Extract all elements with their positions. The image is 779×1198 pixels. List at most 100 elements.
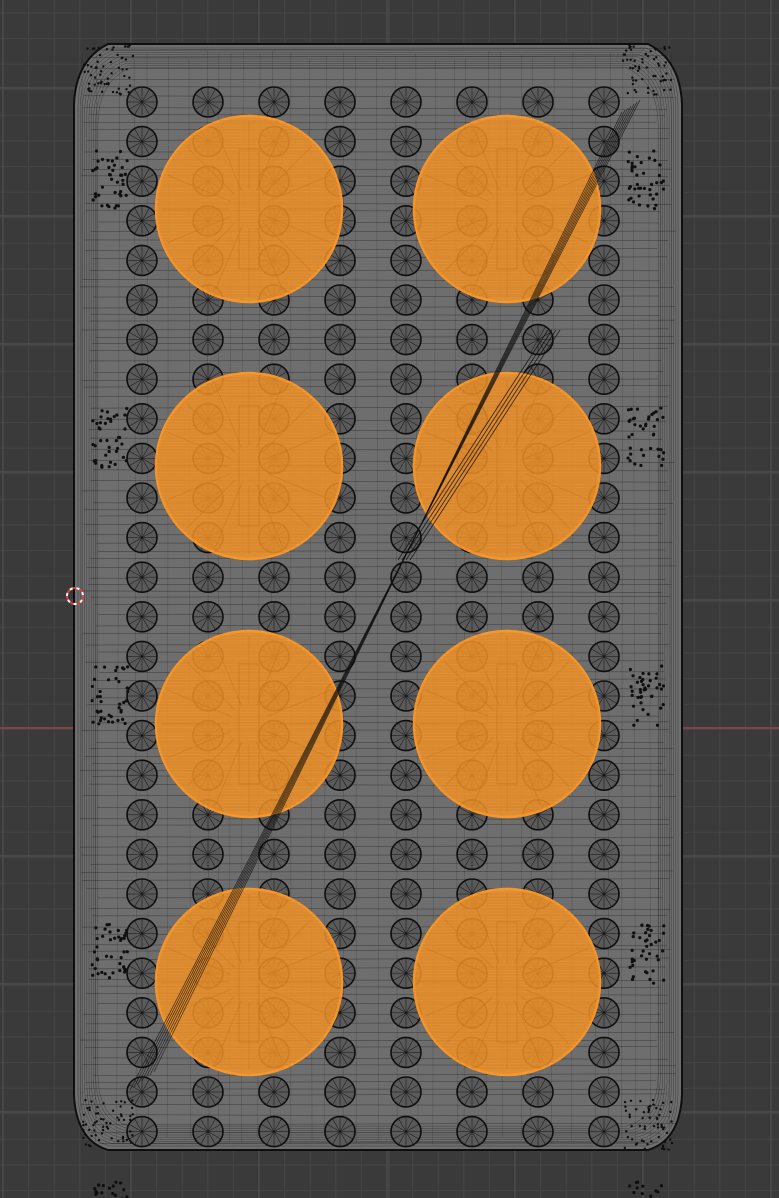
vertex-dot <box>105 410 110 414</box>
vertex-dot <box>119 708 123 712</box>
vertex-dot <box>131 1099 134 1102</box>
selected-disc[interactable] <box>412 371 602 561</box>
vertex-dot <box>125 665 130 669</box>
vertex-dot <box>125 928 129 932</box>
vertex-dot <box>631 963 635 968</box>
vertex-dot <box>125 67 128 71</box>
vertex-dot <box>652 432 656 436</box>
vertex-dot <box>625 58 629 61</box>
vertex-dot <box>636 69 640 72</box>
vertex-dot <box>107 449 111 454</box>
vertex-dot <box>117 706 121 710</box>
vertex-dot <box>651 969 655 973</box>
vertex-dot <box>643 1127 646 1131</box>
selected-disc[interactable] <box>412 114 602 304</box>
vertex-dot <box>630 169 634 173</box>
vertex-dot <box>127 91 130 94</box>
vertex-dot <box>643 1147 647 1151</box>
vertex-dot <box>661 187 666 191</box>
vertex-dot <box>103 717 107 721</box>
vertex-dot <box>105 1121 108 1124</box>
vertex-dot <box>661 1101 665 1105</box>
vertex-dot <box>94 461 98 465</box>
vertex-dot <box>637 194 641 198</box>
vertex-dot <box>118 149 123 154</box>
vertex-dot <box>649 49 652 53</box>
vertex-dot <box>109 417 113 421</box>
vertex-dot <box>110 720 115 724</box>
vertex-dot <box>635 407 640 411</box>
vertex-dot <box>109 60 113 64</box>
vertex-dot <box>90 684 95 689</box>
mesh-object[interactable] <box>73 43 683 1198</box>
vertex-dot <box>118 969 122 973</box>
vertex-dot <box>84 1098 87 1102</box>
vertex-dot <box>96 1183 101 1187</box>
vertex-dot <box>641 949 645 953</box>
vertex-dot <box>93 1186 97 1191</box>
vertex-dot <box>625 1129 628 1133</box>
vertex-dot <box>635 680 640 684</box>
vertex-dot <box>113 936 117 940</box>
vertex-dot <box>125 87 128 91</box>
vertex-dot <box>661 949 665 953</box>
vertex-dot <box>657 173 662 178</box>
vertex-dot <box>87 82 91 85</box>
vertex-dot <box>100 157 105 161</box>
vertex-dot <box>88 1106 91 1109</box>
vertex-dot <box>82 1120 85 1123</box>
selected-disc[interactable] <box>412 887 602 1077</box>
vertex-dot <box>635 1186 639 1190</box>
vertex-dot <box>95 694 100 699</box>
vertex-dot <box>629 66 632 70</box>
vertex-dot <box>99 73 102 76</box>
vertex-dot <box>661 457 665 461</box>
selected-disc[interactable] <box>154 114 344 304</box>
vertex-dot <box>123 427 127 431</box>
vertex-dot <box>641 427 645 431</box>
vertex-dot <box>114 1180 118 1184</box>
vertex-dot <box>123 1101 126 1104</box>
vertex-dot <box>86 1106 89 1110</box>
vertex-dot <box>116 718 120 723</box>
vertex-dot <box>659 706 663 710</box>
vertex-dot <box>652 1124 656 1128</box>
vertex-dot <box>88 89 91 93</box>
vertex-dot <box>98 694 102 699</box>
vertex-dot <box>107 922 111 927</box>
vertex-dot <box>627 435 631 439</box>
vertex-dot <box>642 1111 646 1114</box>
selected-disc[interactable] <box>154 629 344 819</box>
vertex-dot <box>659 1108 662 1111</box>
vertex-dot <box>111 971 115 975</box>
vertex-dot <box>120 442 124 446</box>
vertex-dot <box>108 460 113 464</box>
selected-disc[interactable] <box>154 887 344 1077</box>
selected-disc[interactable] <box>412 629 602 819</box>
vertex-dot <box>98 718 103 723</box>
3d-viewport[interactable] <box>0 0 779 1198</box>
vertex-dot <box>119 1105 122 1108</box>
vertex-dot <box>118 192 122 196</box>
vertex-dot <box>103 82 106 86</box>
vertex-dot <box>646 1143 649 1146</box>
vertex-dot <box>632 416 637 420</box>
vertex-dot <box>82 1128 85 1132</box>
vertex-dot <box>111 1184 115 1188</box>
selected-disc[interactable] <box>154 371 344 561</box>
vertex-dot <box>107 165 111 170</box>
vertex-dot <box>640 1192 644 1196</box>
vertex-dot <box>126 45 129 48</box>
vertex-dot <box>663 45 666 49</box>
vertex-dot <box>120 666 125 670</box>
vertex-dot <box>97 426 101 430</box>
vertex-dot <box>662 1126 666 1129</box>
vertex-dot <box>90 963 94 967</box>
vertex-dot <box>670 1141 674 1145</box>
vertex-dot <box>652 89 655 93</box>
vertex-dot <box>640 923 644 927</box>
vertex-dot <box>643 1125 647 1128</box>
vertex-dot <box>107 465 111 469</box>
vertex-dot <box>115 156 119 160</box>
vertex-dot <box>96 159 100 163</box>
